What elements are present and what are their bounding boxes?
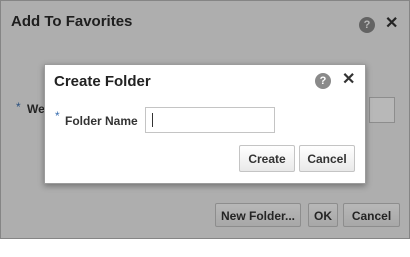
- cancel-button[interactable]: Cancel: [299, 145, 355, 172]
- folder-name-input[interactable]: [145, 107, 275, 133]
- text-cursor: [152, 113, 153, 127]
- dialog-title: Create Folder: [54, 73, 151, 90]
- required-marker: *: [55, 109, 60, 123]
- folder-name-label: Folder Name: [65, 114, 138, 128]
- create-button[interactable]: Create: [239, 145, 295, 172]
- create-folder-dialog: Create Folder ? ✕ * Folder Name Create C…: [44, 64, 366, 184]
- close-icon[interactable]: ✕: [342, 72, 355, 88]
- help-icon[interactable]: ?: [315, 73, 331, 89]
